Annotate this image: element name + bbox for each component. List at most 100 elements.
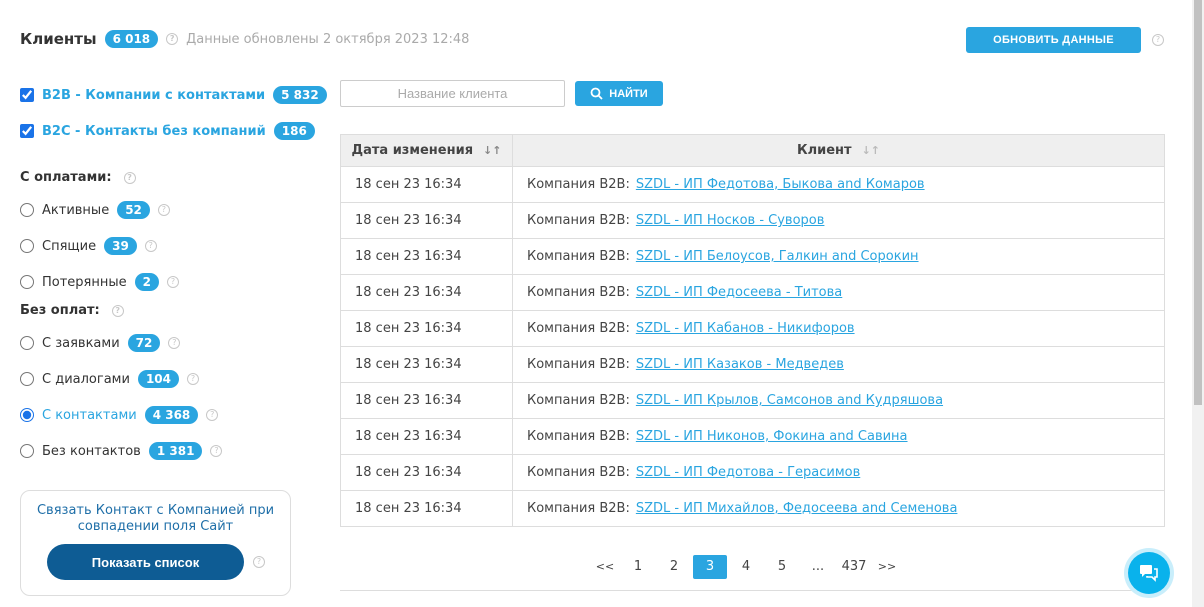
table-row: 18 сен 23 16:34 Компания B2B: SZDL - ИП Фе…: [340, 274, 1165, 311]
b2b-checkbox[interactable]: [20, 88, 34, 102]
client-type: Компания B2B:: [527, 285, 630, 300]
client-type: Компания B2B:: [527, 249, 630, 264]
page-4[interactable]: 4: [728, 555, 764, 579]
help-icon[interactable]: ?: [111, 304, 124, 317]
refresh-data-button[interactable]: ОБНОВИТЬ ДАННЫЕ: [966, 27, 1141, 53]
clients-table: Дата изменения ↓↑ Клиент ↓↑ 18 сен 23 16:3…: [340, 134, 1165, 527]
client-cell: Компания B2B: SZDL - ИП Федотова - Гераси…: [512, 454, 1165, 491]
count-badge: 52: [117, 201, 150, 219]
filter-label: С контактами: [42, 407, 137, 423]
radio[interactable]: [20, 408, 34, 422]
table-row: 18 сен 23 16:34 Компания B2B: SZDL - ИП Фе…: [340, 454, 1165, 491]
table-row: 18 сен 23 16:34 Компания B2B: SZDL - ИП Но…: [340, 202, 1165, 239]
chat-button[interactable]: [1128, 552, 1170, 594]
date-cell: 18 сен 23 16:34: [340, 310, 513, 347]
client-link[interactable]: SZDL - ИП Федотова - Герасимов: [636, 465, 860, 480]
filter-active[interactable]: Активные 52?: [20, 201, 170, 219]
client-type: Компания B2B:: [527, 429, 630, 444]
filter-b2b[interactable]: B2B - Компании с контактами 5 832: [20, 86, 327, 104]
page-1[interactable]: 1: [620, 555, 656, 579]
help-icon[interactable]: ?: [206, 409, 219, 421]
radio[interactable]: [20, 203, 34, 217]
client-cell: Компания B2B: SZDL - ИП Федосеева - Титов…: [512, 274, 1165, 311]
help-icon[interactable]: ?: [187, 373, 199, 385]
client-cell: Компания B2B: SZDL - ИП Носков - Суворов: [512, 202, 1165, 239]
table-row: 18 сен 23 16:34 Компания B2B: SZDL - ИП Фе…: [340, 166, 1165, 203]
table-row: 18 сен 23 16:34 Компания B2B: SZDL - ИП Ка…: [340, 346, 1165, 383]
page-437[interactable]: 437: [836, 555, 872, 579]
pagination: << 1 2 3 4 5... 437 >>: [590, 555, 902, 579]
page-3[interactable]: 3: [693, 555, 727, 579]
date-cell: 18 сен 23 16:34: [340, 454, 513, 491]
column-label: Клиент: [796, 143, 852, 158]
help-icon[interactable]: ?: [253, 556, 265, 568]
count-badge: 186: [273, 122, 315, 140]
client-type: Компания B2B:: [527, 357, 630, 372]
scrollbar-thumb[interactable]: [1194, 0, 1202, 405]
help-icon[interactable]: ?: [144, 240, 157, 252]
radio[interactable]: [20, 444, 34, 458]
client-link[interactable]: SZDL - ИП Крылов, Самсонов and Кудряшова: [636, 393, 943, 408]
page-last[interactable]: >>: [872, 555, 902, 579]
help-icon[interactable]: ?: [157, 204, 170, 216]
help-icon[interactable]: ?: [166, 33, 179, 45]
help-icon[interactable]: ?: [168, 337, 181, 349]
filter-b2c[interactable]: B2C - Контакты без компаний 186: [20, 122, 315, 140]
help-icon[interactable]: ?: [1152, 34, 1164, 46]
client-link[interactable]: SZDL - ИП Белоусов, Галкин and Сорокин: [636, 249, 919, 264]
filter-label: Потерянные: [42, 274, 127, 290]
help-icon[interactable]: ?: [123, 171, 136, 184]
filter-label: С диалогами: [42, 371, 130, 387]
filter-label: B2B - Компании с контактами: [42, 87, 266, 103]
column-date[interactable]: Дата изменения ↓↑: [340, 134, 513, 167]
client-cell: Компания B2B: SZDL - ИП Федотова, Быкова …: [512, 166, 1165, 203]
count-badge: 104: [137, 370, 179, 388]
radio[interactable]: [20, 239, 34, 253]
count-badge: 5 832: [273, 86, 327, 104]
filter-with-requests[interactable]: С заявками 72?: [20, 334, 181, 352]
count-badge: 1 381: [148, 442, 203, 460]
count-badge: 2: [134, 273, 159, 291]
count-badge: 39: [104, 237, 137, 255]
client-link[interactable]: SZDL - ИП Федотова, Быкова and Комаров: [636, 177, 925, 192]
find-button[interactable]: НАЙТИ: [575, 81, 663, 106]
section-label: Без оплат:: [20, 303, 100, 318]
column-label: Дата изменения: [351, 143, 474, 158]
table-row: 18 сен 23 16:34 Компания B2B: SZDL - ИП Ми…: [340, 490, 1165, 527]
filter-with-contacts[interactable]: С контактами 4 368?: [20, 406, 219, 424]
client-cell: Компания B2B: SZDL - ИП Казаков - Медведе…: [512, 346, 1165, 383]
client-link[interactable]: SZDL - ИП Кабанов - Никифоров: [636, 321, 855, 336]
filter-lost[interactable]: Потерянные 2?: [20, 273, 179, 291]
page-2[interactable]: 2: [656, 555, 692, 579]
client-type: Компания B2B:: [527, 177, 630, 192]
client-link[interactable]: SZDL - ИП Носков - Суворов: [636, 213, 825, 228]
client-cell: Компания B2B: SZDL - ИП Михайлов, Федосее…: [512, 490, 1165, 527]
client-link[interactable]: SZDL - ИП Никонов, Фокина and Савина: [636, 429, 908, 444]
help-icon[interactable]: ?: [210, 445, 223, 457]
filter-sleeping[interactable]: Спящие 39?: [20, 237, 157, 255]
table-row: 18 сен 23 16:34 Компания B2B: SZDL - ИП Кр…: [340, 382, 1165, 419]
client-link[interactable]: SZDL - ИП Федосеева - Титова: [636, 285, 842, 300]
sort-icon: ↓↑: [483, 144, 502, 157]
show-list-button[interactable]: Показать список: [47, 544, 244, 580]
client-link[interactable]: SZDL - ИП Казаков - Медведев: [636, 357, 844, 372]
filter-label: Спящие: [42, 238, 97, 254]
b2c-checkbox[interactable]: [20, 124, 34, 138]
column-client[interactable]: Клиент ↓↑: [512, 134, 1165, 167]
link-contact-box: Связать Контакт с Компанией при совпаден…: [20, 490, 291, 596]
radio[interactable]: [20, 275, 34, 289]
client-link[interactable]: SZDL - ИП Михайлов, Федосеева and Семено…: [636, 501, 958, 516]
filter-with-dialogs[interactable]: С диалогами 104?: [20, 370, 199, 388]
total-badge: 6 018: [104, 30, 159, 48]
radio[interactable]: [20, 372, 34, 386]
client-type: Компания B2B:: [527, 321, 630, 336]
table-row: 18 сен 23 16:34 Компания B2B: SZDL - ИП Ка…: [340, 310, 1165, 347]
client-search-input[interactable]: [340, 80, 565, 107]
page-first[interactable]: <<: [590, 555, 620, 579]
radio[interactable]: [20, 336, 34, 350]
unpaid-section-title: Без оплат:?: [20, 303, 124, 318]
date-cell: 18 сен 23 16:34: [340, 382, 513, 419]
page-5[interactable]: 5: [764, 555, 800, 579]
filter-without-contacts[interactable]: Без контактов 1 381?: [20, 442, 223, 460]
help-icon[interactable]: ?: [167, 276, 179, 288]
